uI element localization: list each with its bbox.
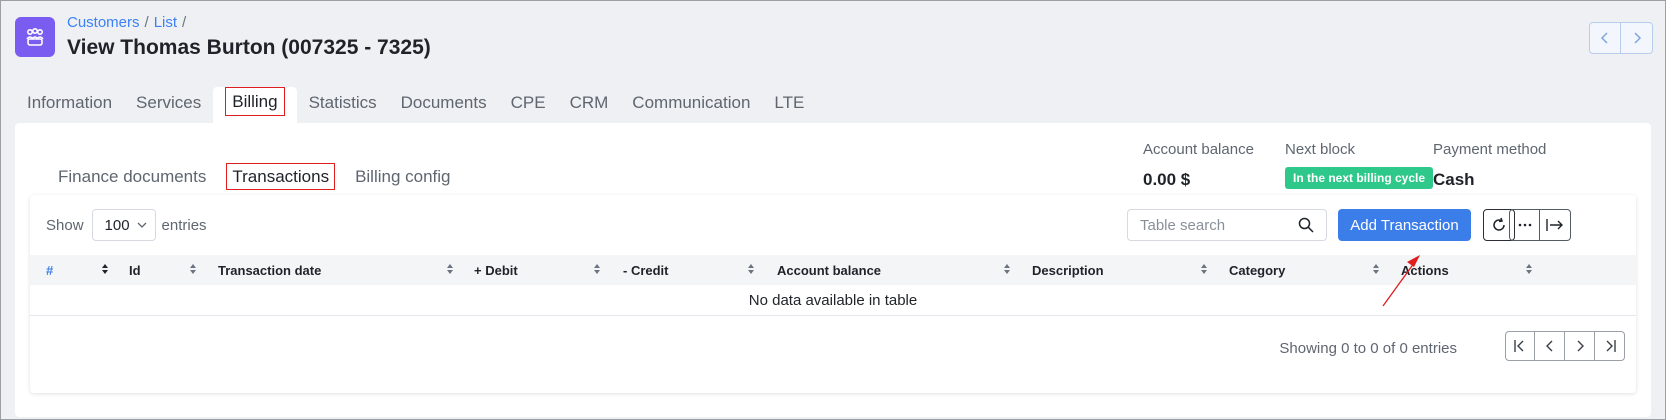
status-badge: In the next billing cycle bbox=[1285, 167, 1434, 189]
sort-icon bbox=[102, 264, 108, 274]
previous-record-button[interactable] bbox=[1589, 22, 1621, 54]
sort-icon bbox=[1373, 264, 1379, 274]
column-header-transaction-date[interactable]: Transaction date bbox=[218, 263, 321, 278]
column-header-category[interactable]: Category bbox=[1229, 263, 1285, 278]
tab-communication[interactable]: Communication bbox=[620, 87, 762, 123]
tab-statistics[interactable]: Statistics bbox=[297, 87, 389, 123]
next-page-button[interactable] bbox=[1565, 331, 1595, 361]
sort-icon bbox=[1526, 264, 1532, 274]
first-page-icon bbox=[1514, 340, 1524, 352]
chevron-left-icon bbox=[1545, 340, 1552, 352]
search-icon bbox=[1298, 217, 1314, 233]
empty-table-message: No data available in table bbox=[748, 292, 918, 309]
breadcrumb-customers[interactable]: Customers bbox=[67, 14, 140, 31]
show-label: Show bbox=[46, 216, 84, 234]
tab-cpe[interactable]: CPE bbox=[499, 87, 558, 123]
tab-crm[interactable]: CRM bbox=[558, 87, 621, 123]
transactions-table-panel: Show 100 entries Table search Add Transa… bbox=[30, 195, 1636, 393]
column-header-account-balance[interactable]: Account balance bbox=[777, 263, 881, 278]
sort-icon bbox=[447, 264, 453, 274]
more-horizontal-icon bbox=[1518, 223, 1531, 227]
sort-icon bbox=[190, 264, 196, 274]
billing-card: Finance documents Transactions Billing c… bbox=[15, 123, 1651, 417]
column-header-debit[interactable]: + Debit bbox=[474, 263, 518, 278]
sort-icon bbox=[1004, 264, 1010, 274]
next-block-label: Next block bbox=[1285, 141, 1356, 158]
sort-icon bbox=[594, 264, 600, 274]
tab-finance-documents[interactable]: Finance documents bbox=[58, 167, 206, 187]
tab-documents[interactable]: Documents bbox=[389, 87, 499, 123]
main-tabs: Information Services Billing Statistics … bbox=[15, 87, 816, 123]
entries-label: entries bbox=[161, 216, 207, 234]
tab-transactions[interactable]: Transactions bbox=[226, 163, 336, 190]
page-size-select[interactable]: 100 bbox=[91, 209, 156, 241]
account-balance-value: 0.00 $ bbox=[1143, 170, 1191, 189]
more-options-button[interactable] bbox=[1509, 209, 1540, 241]
table-tools-group bbox=[1509, 209, 1571, 241]
refresh-icon bbox=[1493, 217, 1505, 231]
add-transaction-button[interactable]: Add Transaction bbox=[1338, 209, 1471, 241]
billing-sub-tabs: Finance documents Transactions Billing c… bbox=[43, 163, 471, 190]
tab-billing[interactable]: Billing bbox=[213, 87, 297, 123]
table-search-placeholder: Table search bbox=[1140, 216, 1226, 234]
breadcrumb: Customers / List / bbox=[67, 14, 191, 31]
table-info: Showing 0 to 0 of 0 entries bbox=[1279, 340, 1457, 357]
pagination bbox=[1505, 331, 1625, 361]
account-balance-summary: Account balance 0.00 $ bbox=[1143, 141, 1254, 190]
last-page-icon bbox=[1606, 340, 1616, 352]
breadcrumb-separator: / bbox=[144, 14, 149, 31]
payment-method-summary: Payment method Cash bbox=[1433, 141, 1546, 190]
chevron-left-icon bbox=[1600, 32, 1608, 44]
last-page-button[interactable] bbox=[1595, 331, 1625, 361]
chevron-right-icon bbox=[1633, 32, 1641, 44]
sort-icon bbox=[1201, 264, 1207, 274]
next-record-button[interactable] bbox=[1621, 22, 1653, 54]
column-header-credit[interactable]: - Credit bbox=[623, 263, 669, 278]
next-block-summary: Next block In the next billing cycle bbox=[1285, 141, 1434, 189]
column-header-id[interactable]: Id bbox=[129, 263, 141, 278]
breadcrumb-separator: / bbox=[182, 14, 187, 31]
payment-method-value: Cash bbox=[1433, 170, 1475, 189]
tab-billing-config[interactable]: Billing config bbox=[355, 167, 450, 187]
column-header-description[interactable]: Description bbox=[1032, 263, 1104, 278]
column-header-number[interactable]: # bbox=[46, 263, 53, 278]
table-header: # Id Transaction date + Debit - Credit A… bbox=[30, 255, 1636, 285]
page-size-control: Show 100 entries bbox=[46, 209, 207, 241]
arrow-right-to-line-icon bbox=[1546, 219, 1563, 231]
record-navigation bbox=[1589, 22, 1653, 54]
previous-page-button[interactable] bbox=[1535, 331, 1565, 361]
page-title: View Thomas Burton (007325 - 7325) bbox=[67, 36, 431, 59]
table-search-input[interactable]: Table search bbox=[1127, 209, 1327, 241]
tab-lte[interactable]: LTE bbox=[762, 87, 816, 123]
chevron-right-icon bbox=[1577, 340, 1584, 352]
tab-information[interactable]: Information bbox=[15, 87, 124, 123]
sort-icon bbox=[748, 264, 754, 274]
first-page-button[interactable] bbox=[1505, 331, 1535, 361]
page-size-value: 100 bbox=[104, 216, 130, 234]
column-header-actions[interactable]: Actions bbox=[1401, 263, 1449, 278]
tab-services[interactable]: Services bbox=[124, 87, 213, 123]
empty-table-row: No data available in table bbox=[30, 285, 1636, 316]
expand-columns-button[interactable] bbox=[1540, 209, 1571, 241]
account-balance-label: Account balance bbox=[1143, 141, 1254, 158]
payment-method-label: Payment method bbox=[1433, 141, 1547, 158]
chevron-down-icon bbox=[137, 222, 146, 228]
breadcrumb-list[interactable]: List bbox=[154, 14, 177, 31]
customers-module-icon bbox=[15, 17, 55, 57]
